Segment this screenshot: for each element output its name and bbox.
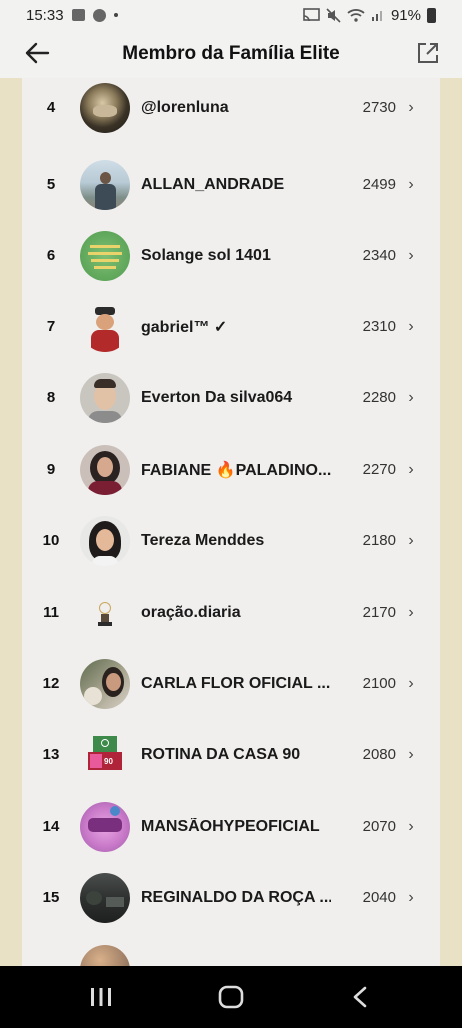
member-name: FABIANE 🔥PALADINO... [141,461,331,479]
page-title: Membro da Família Elite [122,43,340,64]
pink-logo-avatar [80,801,130,852]
dark-landscape-avatar [80,872,130,923]
member-name: oração.diaria [141,603,241,621]
chevron-right-icon: › [408,674,414,692]
chevron-right-icon: › [408,317,414,335]
member-score: 2270 [362,461,396,478]
back-arrow-icon[interactable] [22,38,52,68]
chevron-right-icon: › [408,460,414,478]
chevron-right-icon: › [408,531,414,549]
cartoon-man-avatar [80,301,130,352]
app-notification-icon [92,8,106,22]
list-item[interactable] [22,934,440,966]
mute-icon [326,7,341,23]
chevron-right-icon: › [408,817,414,835]
chevron-right-icon: › [408,246,414,264]
member-name: REGINALDO DA ROÇA ... [141,888,331,906]
woman-flower-avatar [80,658,130,709]
chevron-right-icon: › [408,745,414,763]
list-item[interactable]: 10 Tereza Menddes 2180 › [22,505,440,576]
chevron-right-icon: › [408,388,414,406]
member-name: CARLA FLOR OFICIAL ... [141,674,331,692]
cast-icon [303,8,320,22]
chevron-right-icon: › [408,175,414,193]
member-name: ALLAN_ANDRADE [141,175,285,193]
chevron-right-icon: › [408,888,414,906]
member-score: 2340 [362,247,396,264]
battery-icon [427,7,436,23]
list-item[interactable]: 13 90 ROTINA DA CASA 90 2080 › [22,719,440,790]
header: Membro da Família Elite [0,30,462,78]
member-score: 2499 [362,176,396,193]
list-item[interactable]: 7 gabriel™ ✓ 2310 › [22,291,440,362]
member-score: 2100 [362,675,396,692]
green-text-avatar [80,230,130,281]
man-portrait-avatar [80,372,130,423]
man-outdoor-avatar [80,159,130,210]
member-score: 2730 [362,99,396,116]
signal-icon [371,11,382,21]
member-name: Solange sol 1401 [141,246,271,264]
more-notifications-icon [113,13,118,17]
rank-number: 15 [42,889,60,906]
chevron-right-icon: › [408,98,414,116]
rank-number: 7 [46,318,56,335]
rank-number: 6 [46,247,56,264]
back-nav-icon[interactable] [350,985,372,1009]
rank-number: 12 [42,675,60,692]
chevron-right-icon: › [408,603,414,621]
rank-number: 9 [46,461,56,478]
rank-number: 5 [46,176,56,193]
prayer-avatar [80,587,130,638]
list-item[interactable]: 8 Everton Da silva064 2280 › [22,362,440,433]
woman-smiling-avatar [80,515,130,566]
list-item[interactable]: 12 CARLA FLOR OFICIAL ... 2100 › [22,648,440,719]
list-item[interactable]: 6 Solange sol 1401 2340 › [22,220,440,291]
home-icon[interactable] [217,984,245,1010]
recent-apps-icon[interactable] [89,986,113,1008]
rank-number: 4 [46,99,56,116]
member-name: Tereza Menddes [141,531,265,549]
share-icon[interactable] [416,41,440,65]
rank-number: 10 [42,532,60,549]
member-name: ROTINA DA CASA 90 [141,745,301,763]
woman-portrait-avatar [80,444,130,495]
list-item[interactable]: 14 MANSÃOHYPEOFICIAL 2070 › [22,791,440,862]
screen: 15:33 91% Membro da Família Elite 4 @lor… [0,0,462,1028]
wifi-icon [347,9,365,22]
member-list: 4 @lorenluna 2730 › 5 ALLAN_ANDRADE 2499… [22,78,440,966]
tiger-avatar [80,82,130,133]
member-score: 2080 [362,746,396,763]
member-score: 2070 [362,818,396,835]
rank-number: 13 [42,746,60,763]
list-item[interactable]: 4 @lorenluna 2730 › [22,78,440,143]
status-time: 15:33 [26,6,64,24]
member-score: 2310 [362,318,396,335]
list-item[interactable]: 5 ALLAN_ANDRADE 2499 › [22,149,440,220]
list-item[interactable]: 15 REGINALDO DA ROÇA ... 2040 › [22,862,440,933]
member-score: 2280 [362,389,396,406]
member-name: @lorenluna [141,98,229,116]
member-name: MANSÃOHYPEOFICIAL [141,817,320,835]
gallery-icon [71,9,85,21]
partial-avatar [80,944,130,966]
member-score: 2170 [362,604,396,621]
battery-percent: 91% [390,6,421,24]
rank-number: 11 [43,604,59,621]
member-score: 2040 [362,889,396,906]
status-bar: 15:33 91% [0,0,462,30]
list-item[interactable]: 9 FABIANE 🔥PALADINO... 2270 › [22,434,440,505]
rank-number: 8 [46,389,56,406]
house-90-avatar: 90 [80,729,130,780]
list-item[interactable]: 11 oração.diaria 2170 › [22,577,440,648]
member-name: gabriel™ ✓ [141,318,228,336]
rank-number: 14 [42,818,60,835]
system-nav-bar [0,966,462,1028]
member-name: Everton Da silva064 [141,388,293,406]
member-score: 2180 [362,532,396,549]
